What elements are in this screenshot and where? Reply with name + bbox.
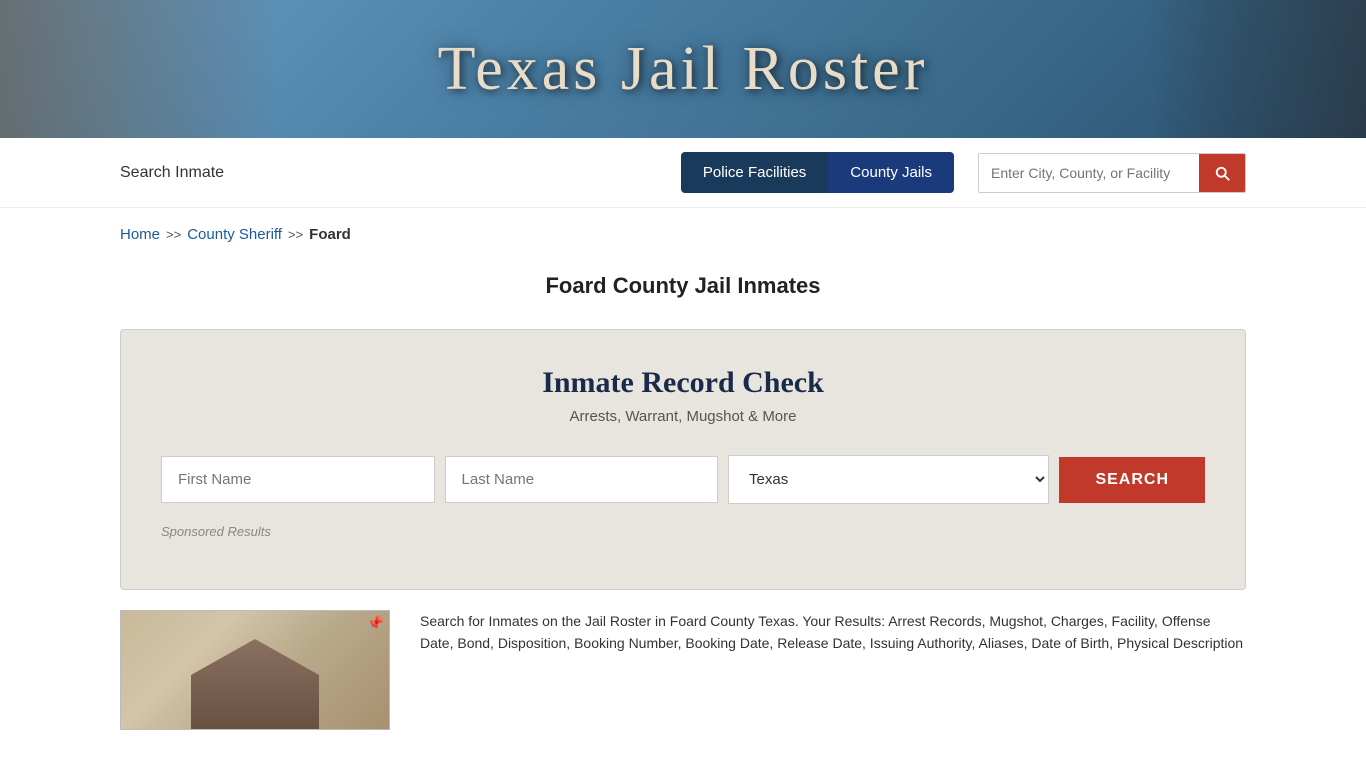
breadcrumb-sep-1: >> (166, 227, 181, 242)
sponsored-label: Sponsored Results (161, 524, 1205, 539)
search-icon (1213, 164, 1231, 182)
record-check-box: Inmate Record Check Arrests, Warrant, Mu… (120, 329, 1246, 590)
record-check-title: Inmate Record Check (161, 366, 1205, 400)
facility-search-input[interactable] (979, 154, 1199, 192)
banner-right-decoration (1146, 0, 1366, 138)
record-search-button[interactable]: SEARCH (1059, 457, 1205, 503)
building-shape (175, 639, 335, 729)
navbar: Search Inmate Police Facilities County J… (0, 138, 1366, 208)
page-title: Foard County Jail Inmates (0, 273, 1366, 299)
first-name-input[interactable] (161, 456, 435, 503)
state-select[interactable]: AlabamaAlaskaArizonaArkansasCaliforniaCo… (728, 455, 1049, 504)
bottom-section: 📌 Search for Inmates on the Jail Roster … (0, 610, 1366, 730)
header-banner: Texas Jail Roster (0, 0, 1366, 138)
page-title-section: Foard County Jail Inmates (0, 253, 1366, 309)
banner-left-decoration (0, 0, 280, 138)
breadcrumb-sep-2: >> (288, 227, 303, 242)
bottom-description: Search for Inmates on the Jail Roster in… (420, 610, 1246, 655)
police-facilities-button[interactable]: Police Facilities (681, 152, 828, 193)
facility-search-button[interactable] (1199, 154, 1245, 192)
facility-search-box (978, 153, 1246, 193)
breadcrumb-current: Foard (309, 226, 351, 243)
last-name-input[interactable] (445, 456, 719, 503)
search-inmate-label: Search Inmate (120, 164, 661, 182)
breadcrumb-county-sheriff[interactable]: County Sheriff (187, 226, 282, 243)
breadcrumb-home[interactable]: Home (120, 226, 160, 243)
building-thumbnail: 📌 (120, 610, 390, 730)
breadcrumb: Home >> County Sheriff >> Foard (0, 208, 1366, 253)
pin-icon: 📌 (367, 616, 384, 633)
record-check-subtitle: Arrests, Warrant, Mugshot & More (161, 408, 1205, 425)
site-title: Texas Jail Roster (438, 34, 929, 105)
county-jails-button[interactable]: County Jails (828, 152, 954, 193)
nav-facility-buttons: Police Facilities County Jails (681, 152, 954, 193)
record-check-form: AlabamaAlaskaArizonaArkansasCaliforniaCo… (161, 455, 1205, 504)
